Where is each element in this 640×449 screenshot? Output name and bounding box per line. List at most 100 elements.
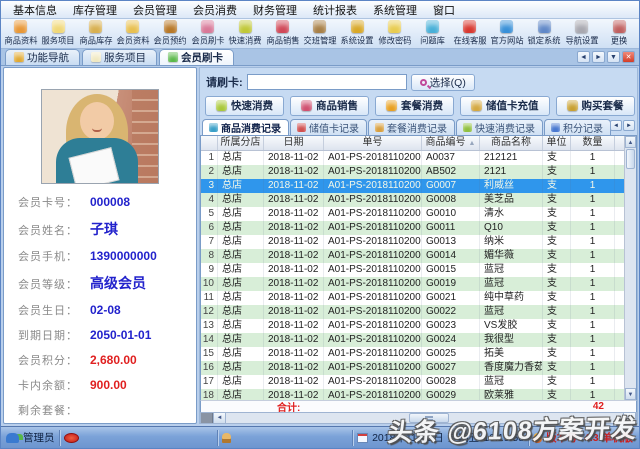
horizontal-scroll-thumb[interactable] [409,413,449,423]
toolbar-item[interactable]: 在线客服 [451,20,488,47]
col-qty[interactable]: 数量 [571,136,615,150]
record-tab-right-icon[interactable]: ► [623,120,635,131]
member-field-label: 到期日期： [18,327,90,343]
toolbar-item[interactable]: 会员资料 [114,20,151,47]
menu-item[interactable]: 会员消费 [185,0,245,20]
menu-item[interactable]: 会员管理 [125,0,185,20]
tab-scroll-left-icon[interactable]: ◄ [577,51,590,63]
table-row[interactable]: 16 总店 2018-11-02 A01-PS-201811020002 G00… [201,361,624,375]
toolbar-item[interactable]: 导航设置 [563,20,600,47]
toolbar-item[interactable]: 锁定系统 [526,20,563,47]
buy-package-icon [567,100,578,111]
booking-icon [164,20,177,33]
record-tab[interactable]: 快速消费记录 [456,119,543,135]
table-row[interactable]: 8 总店 2018-11-02 A01-PS-201811020002 G001… [201,249,624,263]
table-row[interactable]: 3 总店 2018-11-02 A01-PS-201811020002 G000… [201,179,624,193]
toolbar-item[interactable]: 官方网站 [488,20,525,47]
settings-icon [351,20,364,33]
status-bar: 管理员 2018年11月2日 星期五 16:19:58 版本号: 4.3 单机版 [1,426,639,448]
scroll-right-icon[interactable]: ► [623,413,636,423]
table-row[interactable]: 11 总店 2018-11-02 A01-PS-201811020002 G00… [201,291,624,305]
menu-item[interactable]: 财务管理 [245,0,305,20]
recharge-icon [471,100,482,111]
toolbar-item[interactable]: 商品库存 [77,20,114,47]
toolbar-item[interactable]: 会员刷卡 [189,20,226,47]
record-tab[interactable]: 积分记录 [544,119,611,135]
record-tab[interactable]: 商品消费记录 [202,119,289,135]
vertical-scrollbar[interactable]: ▲ ▼ [624,136,636,400]
record-tab[interactable]: 储值卡记录 [290,119,367,135]
table-row[interactable]: 5 总店 2018-11-02 A01-PS-201811020002 G001… [201,207,624,221]
scroll-left-icon[interactable]: ◄ [213,413,226,423]
member-field-value: 2,680.00 [90,353,137,367]
scroll-up-icon[interactable]: ▲ [625,136,636,148]
col-store[interactable]: 所属分店 [218,136,264,150]
toolbar-item[interactable]: 系统设置 [339,20,376,47]
menu-bar: 基本信息库存管理会员管理会员消费财务管理统计报表系统管理窗口 [1,1,639,19]
table-row[interactable]: 6 总店 2018-11-02 A01-PS-201811020002 G001… [201,221,624,235]
col-name[interactable]: 商品名称 [480,136,543,150]
tab-scroll-right-icon[interactable]: ► [592,51,605,63]
table-row[interactable]: 17 总店 2018-11-02 A01-PS-201811020002 G00… [201,375,624,389]
menu-item[interactable]: 统计报表 [305,0,365,20]
table-row[interactable]: 2 总店 2018-11-02 A01-PS-201811020002 AB50… [201,165,624,179]
col-order[interactable]: 单号 [324,136,422,150]
table-row[interactable]: 13 总店 2018-11-02 A01-PS-201811020002 G00… [201,319,624,333]
toolbar-item[interactable]: 问题库 [413,20,450,47]
member-field-value: 02-08 [90,303,121,317]
switch-icon [613,20,626,33]
table-row[interactable]: 7 总店 2018-11-02 A01-PS-201811020002 G001… [201,235,624,249]
toolbar-item[interactable]: 更换 [601,20,638,47]
main-area: 会员卡号： 000008 会员姓名： 子琪 会员手机： 1390000000 [1,66,639,424]
toolbar-item[interactable]: 修改密码 [376,20,413,47]
swipe-label: 请刷卡: [206,74,243,90]
menu-item[interactable]: 系统管理 [365,0,425,20]
nav-tab[interactable]: 服务项目 [82,49,157,65]
action-button[interactable]: 快速消费 [205,96,284,116]
swipe-card-input[interactable] [247,74,407,90]
toolbar-item[interactable]: 服务项目 [39,20,76,47]
action-button[interactable]: 购买套餐 [556,96,635,116]
nav-tab[interactable]: 功能导航 [5,49,80,65]
record-tab-left-icon[interactable]: ◄ [610,120,622,131]
table-row[interactable]: 9 总店 2018-11-02 A01-PS-201811020002 G001… [201,263,624,277]
menu-item[interactable]: 库存管理 [65,0,125,20]
table-row[interactable]: 4 总店 2018-11-02 A01-PS-201811020002 G000… [201,193,624,207]
member-field-label: 剩余套餐： [18,402,90,418]
nav-tab[interactable]: 会员刷卡 [159,49,234,65]
table-row[interactable]: 1 总店 2018-11-02 A01-PS-201811020002 A003… [201,151,624,165]
menu-item[interactable]: 基本信息 [5,0,65,20]
table-row[interactable]: 15 总店 2018-11-02 A01-PS-201811020002 G00… [201,347,624,361]
table-header: 所属分店 日期 单号 商品编号▲ 商品名称 单位 数量 [201,136,624,151]
table-row[interactable]: 10 总店 2018-11-02 A01-PS-201811020002 G00… [201,277,624,291]
action-button[interactable]: 套餐消费 [375,96,454,116]
member-field-value: 子琪 [90,219,118,239]
toolbar-item[interactable]: 商品销售 [264,20,301,47]
action-button[interactable]: 储值卡充值 [460,96,550,116]
member-field-label: 会员卡号： [18,194,90,210]
tab-close-icon[interactable]: ✕ [622,51,635,63]
logged-in-user: 管理员 [23,430,55,445]
col-date[interactable]: 日期 [264,136,324,150]
toolbar-item[interactable]: 会员预约 [152,20,189,47]
horizontal-scrollbar[interactable]: ◄ ► [200,412,637,424]
toolbar-item[interactable]: 商品资料 [2,20,39,47]
scroll-down-icon[interactable]: ▼ [625,388,636,400]
col-unit[interactable]: 单位 [543,136,571,150]
toolbar-item[interactable]: 交班管理 [301,20,338,47]
version-text: 版本号: 4.3 单机版 [546,430,633,445]
password-icon [388,20,401,33]
member-field: 到期日期： 2050-01-01 [18,327,196,343]
select-member-button[interactable]: 选择(Q) [411,74,475,91]
tab-list-icon[interactable]: ▼ [607,51,620,63]
col-code[interactable]: 商品编号▲ [422,136,480,150]
table-row[interactable]: 12 总店 2018-11-02 A01-PS-201811020002 G00… [201,305,624,319]
table-row[interactable]: 14 总店 2018-11-02 A01-PS-201811020002 G00… [201,333,624,347]
action-button[interactable]: 商品销售 [290,96,369,116]
sales-icon [276,20,289,33]
menu-item[interactable]: 窗口 [425,0,463,20]
table-row[interactable]: 18 总店 2018-11-02 A01-PS-201811020002 G00… [201,389,624,400]
record-tab[interactable]: 套餐消费记录 [368,119,455,135]
toolbar-item[interactable]: 快速消费 [226,20,263,47]
vertical-scroll-thumb[interactable] [626,149,635,169]
